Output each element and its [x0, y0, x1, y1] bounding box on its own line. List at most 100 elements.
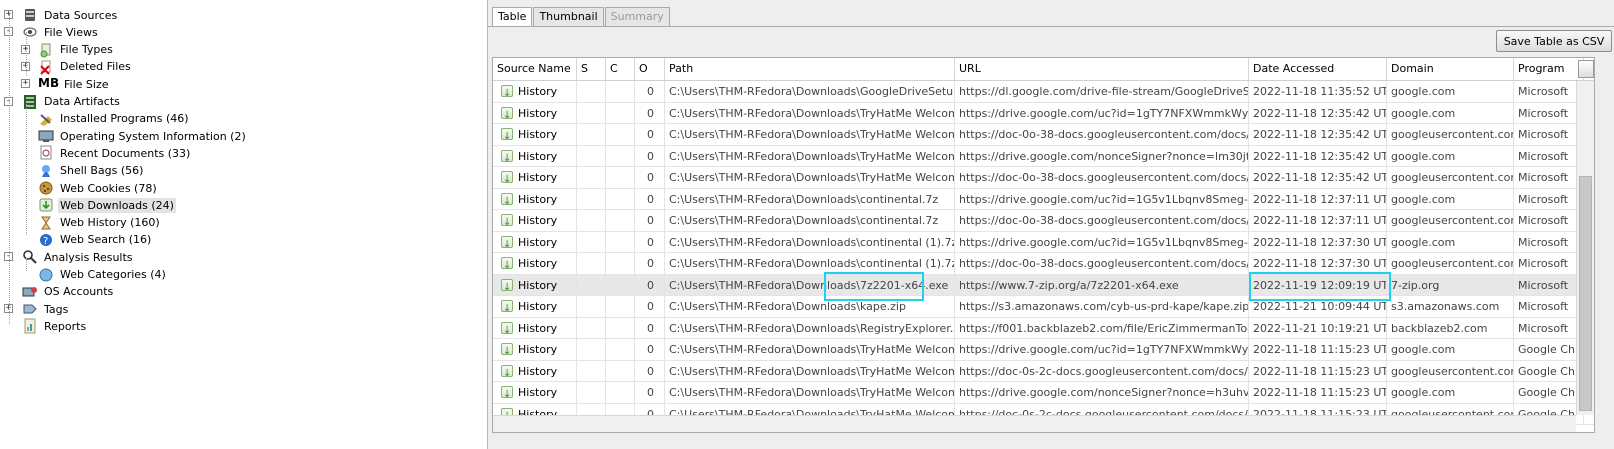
tree-item-web-search-16[interactable]: ? Web Search (16): [38, 231, 153, 249]
tree-item-file-types[interactable]: File Types: [38, 41, 115, 59]
table-row[interactable]: History 0C:\Users\THM-RFedora\Downloads\c…: [493, 231, 1594, 253]
column-header-url[interactable]: URL: [955, 58, 1249, 80]
table-row[interactable]: History 0C:\Users\THM-RFedora\Downloads\c…: [493, 188, 1594, 210]
cell-source-name: History: [493, 360, 577, 382]
vertical-scrollbar[interactable]: [1576, 81, 1594, 415]
tree-item-os-accounts[interactable]: OS Accounts: [22, 283, 115, 301]
tree-item-web-cookies-78[interactable]: Web Cookies (78): [38, 179, 159, 197]
horizontal-scrollbar[interactable]: [493, 415, 1576, 432]
cell-source-name: History: [493, 274, 577, 296]
column-header-c[interactable]: C: [606, 58, 635, 80]
table-row[interactable]: History 0C:\Users\THM-RFedora\Downloads\k…: [493, 296, 1594, 318]
cell-date-accessed: 2022-11-18 12:37:30 UTC: [1249, 231, 1387, 253]
column-header-s[interactable]: S: [577, 58, 606, 80]
table-row[interactable]: History 0C:\Users\THM-RFedora\Downloads\c…: [493, 210, 1594, 232]
cell-c: [606, 145, 635, 167]
source-name-text: History: [518, 343, 558, 356]
vertical-scroll-thumb[interactable]: [1579, 176, 1592, 411]
cell-o: 0: [635, 124, 665, 145]
table-row[interactable]: History 0C:\Users\THM-RFedora\Downloads\T…: [493, 339, 1594, 361]
tree-item-installed-programs-46[interactable]: Installed Programs (46): [38, 110, 191, 128]
cell-source-name: History: [493, 188, 577, 210]
cell-domain: googleusercontent.com: [1387, 124, 1514, 145]
tree-item-label: Shell Bags (56): [60, 164, 144, 178]
cell-program: Microsoft: [1514, 317, 1584, 339]
cell-url: https://dl.google.com/drive-file-stream/…: [955, 81, 1249, 102]
table-row[interactable]: History 0C:\Users\THM-RFedora\Downloads\T…: [493, 102, 1594, 124]
column-header-program[interactable]: Program: [1514, 58, 1584, 80]
cell-s: [577, 102, 606, 124]
tree-item-operating-system-information-2[interactable]: Operating System Information (2): [38, 127, 248, 145]
tree-item-data-artifacts[interactable]: Data Artifacts: [22, 93, 122, 111]
cell-url: https://doc-0o-38-docs.googleusercontent…: [955, 210, 1249, 231]
column-chooser-icon[interactable]: [1578, 60, 1594, 78]
source-name-text: History: [518, 214, 558, 227]
source-name-text: History: [518, 278, 558, 292]
cell-o: 0: [635, 253, 665, 274]
save-table-csv-button[interactable]: Save Table as CSV: [1496, 30, 1612, 52]
download-artifact-icon: [501, 298, 513, 317]
tree-expander-plus-icon[interactable]: +: [21, 79, 30, 89]
tree-item-file-views[interactable]: File Views: [22, 23, 100, 41]
cell-path: C:\Users\THM-RFedora\Downloads\TryHatMe …: [665, 145, 955, 167]
table-row[interactable]: History 0C:\Users\THM-RFedora\Downloads\T…: [493, 124, 1594, 146]
tree-item-web-history-160[interactable]: Web History (160): [38, 214, 162, 232]
cell-program: Microsoft: [1514, 124, 1584, 145]
tab-thumbnail[interactable]: Thumbnail: [533, 7, 604, 26]
cell-date-accessed: 2022-11-18 12:35:42 UTC: [1249, 102, 1387, 124]
cell-s: [577, 167, 606, 188]
cell-s: [577, 231, 606, 253]
cell-source-name: History: [493, 382, 577, 403]
tree-item-label: File Size: [64, 77, 109, 91]
tree-item-file-size[interactable]: MB File Size: [38, 75, 110, 93]
mb-icon: MB: [38, 76, 60, 91]
source-name-text: History: [518, 235, 558, 249]
table-row[interactable]: History 0C:\Users\THM-RFedora\Downloads\R…: [493, 317, 1594, 339]
tree-item-deleted-files[interactable]: Deleted Files: [38, 58, 133, 76]
cell-path: C:\Users\THM-RFedora\Downloads\TryHatMe …: [665, 167, 955, 188]
cell-s: [577, 339, 606, 360]
tree-item-label: Web Search (16): [60, 233, 152, 247]
source-name-text: History: [518, 171, 558, 184]
results-panel: Table Thumbnail Summary Save Table as CSV …: [487, 0, 1614, 449]
cell-c: [606, 188, 635, 210]
tab-table[interactable]: Table: [492, 7, 533, 27]
table-row[interactable]: History 0C:\Users\THM-RFedora\Downloads\T…: [493, 382, 1594, 404]
table-row[interactable]: History 0C:\Users\THM-RFedora\Downloads\T…: [493, 360, 1594, 382]
tree-item-shell-bags-56[interactable]: Shell Bags (56): [38, 162, 145, 180]
download-artifact-icon: [501, 277, 513, 296]
cell-o: 0: [635, 102, 665, 124]
source-name-text: History: [518, 192, 558, 206]
tree-item-data-sources[interactable]: Data Sources: [22, 6, 119, 24]
tree-item-label: Reports: [44, 319, 87, 333]
cell-c: [606, 317, 635, 339]
download-artifact-icon: [501, 83, 513, 102]
cell-s: [577, 274, 606, 296]
source-name-text: History: [518, 300, 558, 313]
cell-url: https://doc-0o-38-docs.googleusercontent…: [955, 124, 1249, 145]
column-header-o[interactable]: O: [635, 58, 665, 80]
tree-item-recent-documents-33[interactable]: Recent Documents (33): [38, 144, 192, 162]
tree-item-reports[interactable]: Reports: [22, 317, 88, 335]
table-row[interactable]: History 0C:\Users\THM-RFedora\Downloads\c…: [493, 253, 1594, 275]
column-header-domain[interactable]: Domain: [1387, 58, 1514, 80]
download-artifact-icon: [501, 384, 513, 403]
cell-url: https://drive.google.com/nonceSigner?non…: [955, 382, 1249, 403]
table-row[interactable]: History 0C:\Users\THM-RFedora\Downloads\T…: [493, 145, 1594, 167]
tree-item-analysis-results[interactable]: Analysis Results: [22, 248, 135, 266]
tree-item-web-categories-4[interactable]: Web Categories (4): [38, 266, 168, 284]
tab-summary: Summary: [604, 7, 670, 26]
cell-path: C:\Users\THM-RFedora\Downloads\TryHatMe …: [665, 360, 955, 382]
column-header-date-accessed[interactable]: Date Accessed: [1249, 58, 1387, 80]
table-row[interactable]: History 0C:\Users\THM-RFedora\Downloads\7…: [493, 274, 1594, 296]
tree-item-web-downloads-24[interactable]: Web Downloads (24): [38, 196, 176, 214]
column-header-path[interactable]: Path: [665, 58, 955, 80]
tree-item-tags[interactable]: Tags: [22, 300, 70, 318]
column-header-source-name[interactable]: Source Name: [493, 58, 577, 80]
cell-domain: googleusercontent.com: [1387, 360, 1514, 382]
table-row[interactable]: History 0C:\Users\THM-RFedora\Downloads\G…: [493, 81, 1594, 103]
cell-s: [577, 145, 606, 167]
cell-date-accessed: 2022-11-18 11:15:23 UTC: [1249, 360, 1387, 382]
table-row[interactable]: History 0C:\Users\THM-RFedora\Downloads\T…: [493, 167, 1594, 189]
cell-url: https://doc-0o-38-docs.googleusercontent…: [955, 253, 1249, 274]
